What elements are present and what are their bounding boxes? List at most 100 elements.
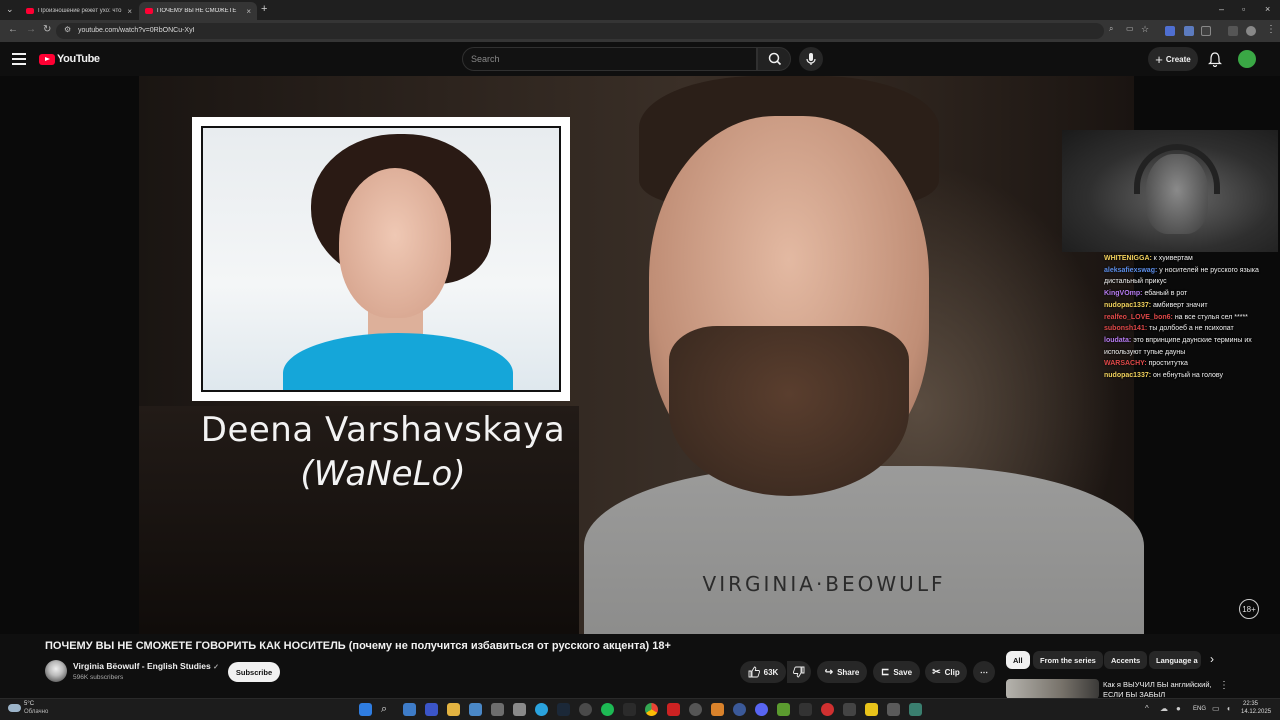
- input-language[interactable]: ENG: [1193, 706, 1206, 712]
- tab-search-icon[interactable]: ⌄: [6, 4, 14, 15]
- app-icon[interactable]: [711, 703, 724, 716]
- chip-from-the-series[interactable]: From the series: [1033, 651, 1103, 669]
- app-icon[interactable]: [909, 703, 922, 716]
- scissors-icon: ✂: [932, 666, 941, 678]
- menu-kebab-icon[interactable]: ⋮: [1266, 24, 1276, 35]
- more-actions-button[interactable]: ⋯: [973, 661, 995, 683]
- presenter-beard: [669, 326, 909, 496]
- weather-description[interactable]: Облачно: [24, 709, 48, 715]
- maximize-icon[interactable]: ▫: [1242, 4, 1245, 14]
- app-icon[interactable]: [821, 703, 834, 716]
- extension-icon[interactable]: [1184, 26, 1194, 36]
- downloads-icon[interactable]: [1228, 26, 1238, 36]
- voice-search-button[interactable]: [799, 47, 823, 71]
- telegram-icon[interactable]: [535, 703, 548, 716]
- account-avatar[interactable]: [1238, 50, 1256, 68]
- channel-avatar[interactable]: [45, 660, 67, 682]
- app-icon[interactable]: [865, 703, 878, 716]
- profile-icon[interactable]: [1246, 26, 1256, 36]
- youtube-masthead: YouTube Search + Create: [0, 42, 1280, 76]
- video-frame[interactable]: VIRGINIA·BEOWULF Deena Varshavskaya (WaN…: [139, 76, 1144, 634]
- site-info-icon[interactable]: ⚙: [64, 25, 71, 34]
- start-windows-icon[interactable]: [359, 703, 372, 716]
- webcam-figure: [1146, 154, 1208, 234]
- tab-1[interactable]: Произношение режет ухо: что ×: [20, 2, 138, 20]
- chip-language[interactable]: Language a: [1149, 651, 1201, 669]
- close-icon[interactable]: ×: [246, 7, 251, 16]
- clock-date[interactable]: 14.12.2025: [1241, 709, 1271, 715]
- subscribe-button[interactable]: Subscribe: [228, 662, 280, 682]
- save-button[interactable]: ⊏ Save: [873, 661, 920, 683]
- menu-icon[interactable]: [12, 53, 26, 65]
- recommendation-thumbnail[interactable]: [1006, 679, 1099, 699]
- more-vertical-icon[interactable]: ⋮: [1219, 680, 1229, 691]
- chrome-icon[interactable]: [645, 703, 658, 716]
- app-icon[interactable]: [491, 703, 504, 716]
- window-close-icon[interactable]: ×: [1265, 4, 1270, 14]
- shirt-print-text: VIRGINIA·BEOWULF: [702, 572, 946, 596]
- address-bar[interactable]: youtube.com/watch?v=0RbONCu-XyI: [56, 23, 1104, 39]
- dislike-button[interactable]: [787, 661, 811, 683]
- new-tab-icon[interactable]: +: [261, 3, 267, 15]
- app-icon[interactable]: [579, 703, 592, 716]
- minimize-icon[interactable]: –: [1219, 4, 1224, 14]
- tray-chevron-icon[interactable]: ^: [1145, 704, 1149, 713]
- search-taskbar-icon[interactable]: ⌕: [381, 703, 394, 716]
- chevron-right-icon[interactable]: ›: [1210, 652, 1214, 666]
- app-icon[interactable]: [425, 703, 438, 716]
- back-icon[interactable]: ←: [8, 24, 18, 35]
- plus-icon: +: [1155, 51, 1163, 67]
- app-icon[interactable]: [689, 703, 702, 716]
- app-icon[interactable]: [623, 703, 636, 716]
- video-caption-subtitle: (WaNeLo): [300, 454, 466, 494]
- minecraft-icon[interactable]: [777, 703, 790, 716]
- clip-button[interactable]: ✂ Clip: [925, 661, 967, 683]
- chat-username: nudopac1337:: [1104, 301, 1152, 309]
- app-icon[interactable]: [843, 703, 856, 716]
- chip-all[interactable]: All: [1006, 651, 1030, 669]
- volume-icon[interactable]: ◖: [1226, 704, 1231, 713]
- bookmark-star-icon[interactable]: ☆: [1141, 24, 1149, 35]
- portrait-face: [339, 168, 451, 318]
- zoom-icon[interactable]: ⌕: [1109, 24, 1113, 34]
- chat-username: WARSACHY:: [1104, 360, 1147, 368]
- chat-text: на все стулья сел *****: [1174, 313, 1248, 321]
- app-icon[interactable]: [469, 703, 482, 716]
- network-icon[interactable]: ▭: [1212, 704, 1220, 713]
- app-icon[interactable]: [887, 703, 900, 716]
- portrait-photo-frame: [192, 117, 570, 401]
- extension-translate-icon[interactable]: [1165, 26, 1175, 36]
- chat-username: nudopac1337:: [1104, 372, 1152, 380]
- app-icon[interactable]: [667, 703, 680, 716]
- app-icon[interactable]: [513, 703, 526, 716]
- notifications-bell-icon[interactable]: [1207, 51, 1223, 67]
- video-caption-name: Deena Varshavskaya: [200, 410, 566, 450]
- reload-icon[interactable]: ↻: [43, 24, 51, 35]
- youtube-logo[interactable]: YouTube: [39, 53, 100, 65]
- thumbs-down-icon: [793, 666, 805, 678]
- cast-icon[interactable]: ▭: [1126, 24, 1134, 33]
- tray-mic-icon[interactable]: ●: [1176, 704, 1181, 713]
- recommendation-title[interactable]: Как я ВЫУЧИЛ БЫ английский, ЕСЛИ БЫ ЗАБЫ…: [1103, 680, 1213, 700]
- search-button[interactable]: [757, 47, 791, 71]
- app-icon[interactable]: [799, 703, 812, 716]
- weather-temperature[interactable]: 5°C: [24, 701, 34, 707]
- close-icon[interactable]: ×: [127, 7, 132, 16]
- tray-icon[interactable]: ☁: [1160, 704, 1168, 713]
- forward-icon[interactable]: →: [26, 24, 36, 35]
- steam-icon[interactable]: [557, 703, 570, 716]
- create-button[interactable]: + Create: [1148, 47, 1198, 71]
- like-button[interactable]: 63K: [740, 661, 786, 683]
- tab-2[interactable]: ПОЧЕМУ ВЫ НЕ СМОЖЕТЕ ×: [139, 2, 257, 20]
- photos-app-icon[interactable]: [403, 703, 416, 716]
- share-button[interactable]: ↪ Share: [817, 661, 867, 683]
- app-icon[interactable]: [733, 703, 746, 716]
- chip-accents[interactable]: Accents: [1104, 651, 1148, 669]
- channel-name[interactable]: Virginia Bëowulf - English Studies ✓: [73, 661, 219, 671]
- discord-icon[interactable]: [755, 703, 768, 716]
- extensions-puzzle-icon[interactable]: [1201, 26, 1211, 36]
- clock-time[interactable]: 22:35: [1243, 701, 1258, 707]
- search-input[interactable]: Search: [462, 47, 757, 71]
- spotify-icon[interactable]: [601, 703, 614, 716]
- file-explorer-icon[interactable]: [447, 703, 460, 716]
